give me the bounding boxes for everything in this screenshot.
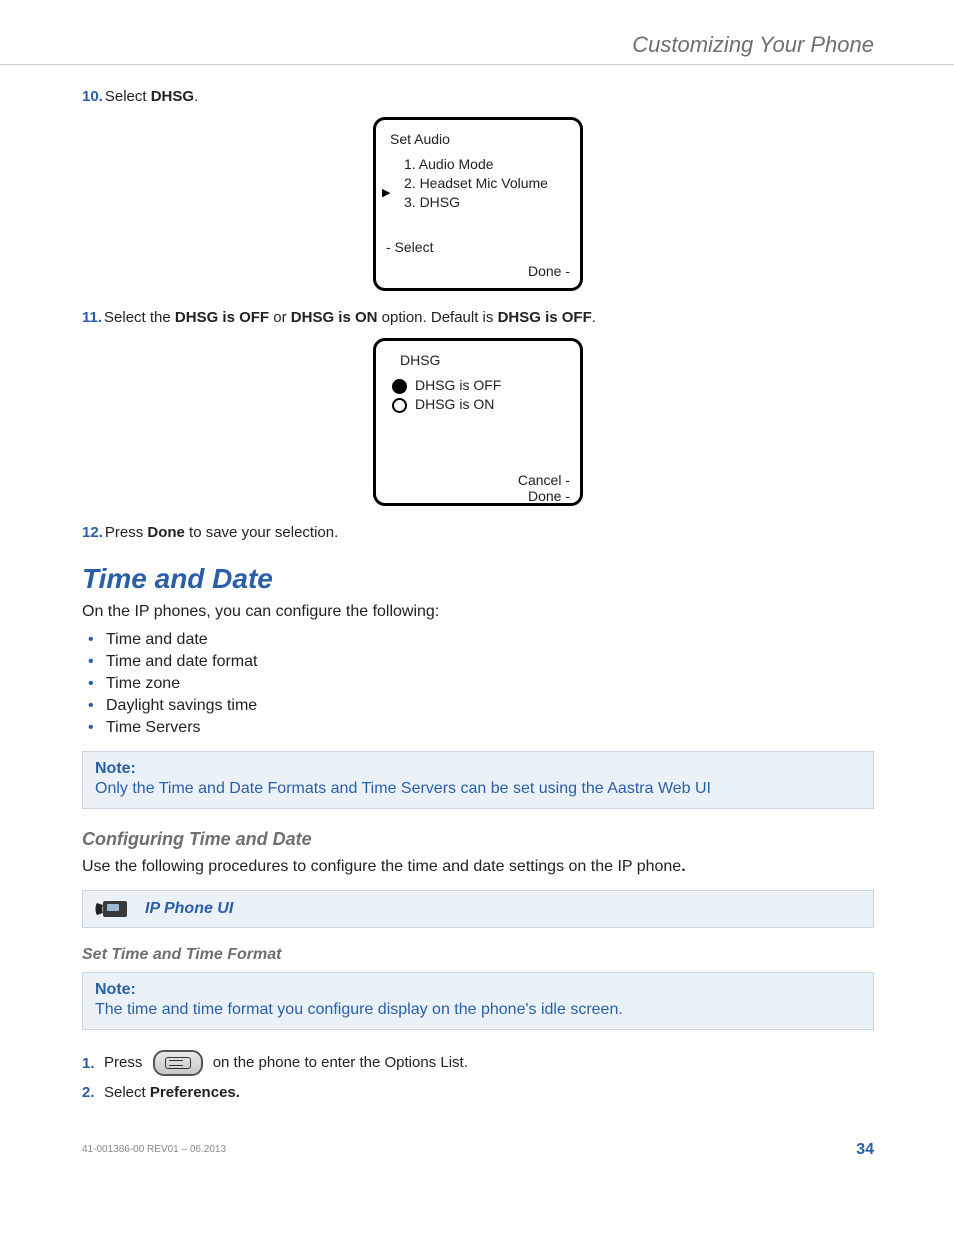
step-11: 11.Select the DHSG is OFF or DHSG is ON … [82,309,874,326]
radio-filled-icon [392,379,407,394]
note-box: Note: The time and time format you confi… [82,972,874,1030]
bullet-item: Time and date [88,631,874,649]
phone-icon [93,897,131,921]
step-pre: Press [104,1054,147,1071]
step-text: Select Preferences. [104,1084,240,1101]
note-label: Note: [95,981,861,999]
options-key-icon [153,1050,203,1076]
screen-title: Set Audio [390,130,570,149]
bullet-item: Time zone [88,675,874,693]
step-text: Select the [104,309,175,326]
step-2: 2. Select Preferences. [82,1084,874,1101]
softkey-select: - Select [386,238,570,257]
menu-item: 2. Headset Mic Volume [404,174,570,193]
step-1: 1. Press on the phone to enter the Optio… [82,1050,874,1076]
radio-option-off: DHSG is OFF [392,376,570,395]
bullet-list: Time and date Time and date format Time … [88,631,874,737]
subheading-set-time: Set Time and Time Format [82,946,874,964]
footer-doc-id: 41-001386-00 REV01 – 06.2013 [82,1144,226,1155]
ui-box-label: IP Phone UI [145,900,233,918]
softkey-cancel: Cancel - [386,472,570,489]
step-number: 1. [82,1055,104,1072]
bullet-item: Time Servers [88,719,874,737]
selection-caret-icon: ▶ [382,186,390,201]
step-number: 2. [82,1084,104,1101]
radio-label: DHSG is ON [415,396,494,412]
step-pre: Select [104,1084,150,1101]
page-section-header: Customizing Your Phone [632,32,874,58]
phone-screen-set-audio: Set Audio 1. Audio Mode 2. Headset Mic V… [373,117,583,291]
step-text: Press [105,524,148,541]
step-text: Select [105,88,151,105]
step-bold: DHSG [151,88,194,105]
paragraph-text: Use the following procedures to configur… [82,858,681,875]
note-body: Only the Time and Date Formats and Time … [95,780,861,798]
radio-option-on: DHSG is ON [392,395,570,414]
step-number: 12. [82,524,103,541]
step-text: Press on the phone to enter the Options … [104,1050,468,1076]
step-text: option. Default is [377,309,497,326]
step-bold: DHSG is OFF [498,309,592,326]
note-box: Note: Only the Time and Date Formats and… [82,751,874,809]
step-bold: Done [147,524,185,541]
note-label: Note: [95,760,861,778]
phone-screen-dhsg: DHSG DHSG is OFF DHSG is ON Cancel - Don… [373,338,583,506]
softkey-done: Done - [386,262,570,281]
radio-label: DHSG is OFF [415,377,501,393]
step-number: 11. [82,309,102,326]
page-number: 34 [856,1141,874,1159]
step-bold: DHSG is ON [291,309,378,326]
menu-item: 1. Audio Mode [404,155,570,174]
note-body: The time and time format you configure d… [95,1001,861,1019]
step-bold: Preferences. [150,1084,240,1101]
step-text: . [592,309,596,326]
section-heading-time-and-date: Time and Date [82,563,874,595]
radio-empty-icon [392,398,407,413]
step-10: 10.Select DHSG. [82,88,874,105]
section-intro: On the IP phones, you can configure the … [82,603,874,621]
step-12: 12.Press Done to save your selection. [82,524,874,541]
screen-title: DHSG [400,351,570,370]
ip-phone-ui-box: IP Phone UI [82,890,874,928]
softkey-done: Done - [386,488,570,505]
bold-period: . [681,858,685,875]
step-number: 10. [82,88,103,105]
paragraph: Use the following procedures to configur… [82,858,874,876]
step-text: or [269,309,291,326]
step-post: on the phone to enter the Options List. [213,1054,468,1071]
header-rule [0,64,954,65]
step-bold: DHSG is OFF [175,309,269,326]
menu-item-selected: 3. DHSG [404,193,570,212]
step-text: to save your selection. [185,524,338,541]
bullet-item: Time and date format [88,653,874,671]
bullet-item: Daylight savings time [88,697,874,715]
step-text: . [194,88,198,105]
subheading-configuring: Configuring Time and Date [82,829,874,850]
